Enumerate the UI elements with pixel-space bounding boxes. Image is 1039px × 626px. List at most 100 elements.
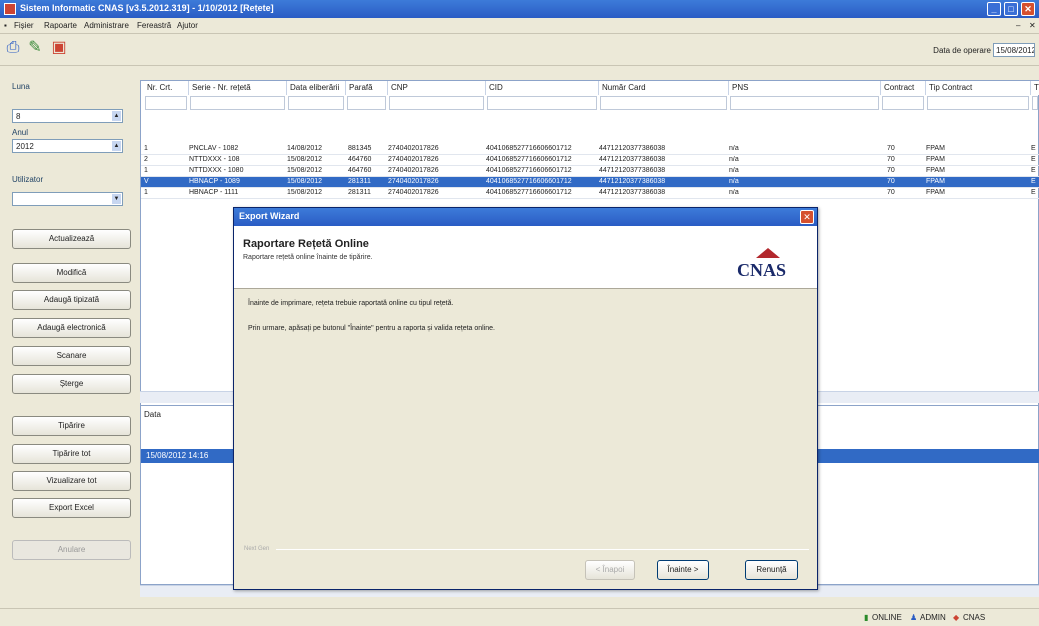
table-row[interactable]: 1 PNCLAV - 1082 14/08/2012 881345 2740402017… xyxy=(141,144,1039,155)
menu-administrare[interactable]: Administrare xyxy=(84,21,129,30)
adauga-tipizata-button[interactable]: Adaugă tipizată xyxy=(12,290,131,310)
table-cell: PNCLAV - 1082 xyxy=(189,145,239,152)
luna-label: Luna xyxy=(12,82,30,91)
table-row[interactable]: 2 NTTDXXX - 108 15/08/2012 464760 2740402017… xyxy=(141,155,1039,166)
table-cell: 2740402017826 xyxy=(388,189,439,196)
modifica-button[interactable]: Modifică xyxy=(12,263,131,283)
menu-rapoarte[interactable]: Rapoarte xyxy=(44,21,77,30)
table-cell: 15/08/2012 xyxy=(287,178,323,185)
table-cell: FPAM xyxy=(926,167,945,174)
app-menu-icon[interactable]: ▪ xyxy=(4,21,7,30)
anulare-button[interactable]: Anulare xyxy=(12,540,131,560)
column-filter-input[interactable] xyxy=(1032,96,1038,110)
actualizeaza-button[interactable]: Actualizează xyxy=(12,229,131,249)
mdi-minimize-icon[interactable]: – xyxy=(1016,21,1020,30)
table-cell: 15/08/2012 xyxy=(287,167,323,174)
column-header[interactable]: Parafă xyxy=(346,81,388,95)
table-cell: E xyxy=(1031,189,1036,196)
anul-input[interactable]: 2012 ▲ xyxy=(12,139,123,153)
table-cell: n/a xyxy=(729,178,739,185)
user-icon: ♟ xyxy=(910,613,918,622)
spin-icon[interactable]: ▲ xyxy=(112,111,121,121)
table-cell: 70 xyxy=(887,156,895,163)
vizualizare-tot-button[interactable]: Vizualizare tot xyxy=(12,471,131,491)
column-header[interactable]: T xyxy=(1031,81,1039,95)
tiparire-button[interactable]: Tipărire xyxy=(12,416,131,436)
table-cell: HBNACP - 1089 xyxy=(189,178,240,185)
menu-fereastra[interactable]: Fereastră xyxy=(137,21,171,30)
menu-ajutor[interactable]: Ajutor xyxy=(177,21,198,30)
table-cell: 4041068527716606601712 xyxy=(486,167,572,174)
date-label: Data de operare xyxy=(933,46,991,55)
online-status: ONLINE xyxy=(872,613,902,622)
table-cell: 281311 xyxy=(348,178,371,185)
wizard-close-button[interactable]: ✕ xyxy=(800,210,814,224)
luna-value: 8 xyxy=(16,112,21,121)
column-header[interactable]: CNP xyxy=(388,81,486,95)
menu-bar: ▪ Fișier Rapoarte Administrare Fereastră… xyxy=(0,18,1039,34)
spin-icon[interactable]: ▲ xyxy=(112,141,121,151)
table-cell: 464760 xyxy=(348,156,372,163)
edit-icon[interactable]: ✎ xyxy=(26,38,44,58)
column-filter-input[interactable] xyxy=(927,96,1029,110)
table-cell: NTTDXXX - 1080 xyxy=(189,167,244,174)
table-cell: FPAM xyxy=(926,189,945,196)
table-cell: 2 xyxy=(144,156,148,163)
table-cell: n/a xyxy=(729,167,739,174)
column-filter-input[interactable] xyxy=(487,96,597,110)
utilizator-select[interactable]: ▼ xyxy=(12,192,123,206)
table-row[interactable]: V HBNACP - 1089 15/08/2012 281311 2740402017… xyxy=(141,177,1039,188)
column-header[interactable]: CID xyxy=(486,81,599,95)
column-filter-input[interactable] xyxy=(347,96,386,110)
adauga-electronica-button[interactable]: Adaugă electronică xyxy=(12,318,131,338)
column-header[interactable]: Data eliberării xyxy=(287,81,346,95)
column-header[interactable]: Nr. Crt. xyxy=(144,81,189,95)
next-button[interactable]: Înainte > xyxy=(657,560,709,580)
export-excel-button[interactable]: Export Excel xyxy=(12,498,131,518)
column-filter-input[interactable] xyxy=(730,96,879,110)
wizard-subheading: Raportare rețetă online înainte de tipăr… xyxy=(243,254,373,261)
tiparire-tot-button[interactable]: Tipărire tot xyxy=(12,444,131,464)
maximize-button[interactable]: □ xyxy=(1004,2,1018,16)
wizard-paragraph-1: Înainte de imprimare, rețeta trebuie rap… xyxy=(248,300,454,307)
scanare-button[interactable]: Scanare xyxy=(12,346,131,366)
toolbar: ⎙ ✎ ▣ Data de operare 15/08/2012 xyxy=(0,34,1039,66)
table-cell: 15/08/2012 xyxy=(287,189,323,196)
table-cell: 2740402017826 xyxy=(388,167,439,174)
cancel-button[interactable]: Renunță xyxy=(745,560,798,580)
print-icon[interactable]: ⎙ xyxy=(4,38,22,58)
minimize-button[interactable]: _ xyxy=(987,2,1001,16)
table-cell: 1 xyxy=(144,167,148,174)
chevron-down-icon[interactable]: ▼ xyxy=(112,194,121,204)
pdf-icon[interactable]: ▣ xyxy=(50,38,68,58)
column-filter-input[interactable] xyxy=(600,96,727,110)
back-button[interactable]: < Înapoi xyxy=(585,560,635,580)
column-filter-input[interactable] xyxy=(288,96,344,110)
org-icon: ◆ xyxy=(953,613,960,622)
table-cell: 44712120377386038 xyxy=(599,167,666,174)
column-filter-input[interactable] xyxy=(882,96,924,110)
table-cell: 881345 xyxy=(348,145,372,152)
date-field[interactable]: 15/08/2012 xyxy=(993,43,1035,57)
column-header[interactable]: Număr Card xyxy=(599,81,729,95)
table-row[interactable]: 1 NTTDXXX - 1080 15/08/2012 464760 274040201… xyxy=(141,166,1039,177)
table-cell: 70 xyxy=(887,167,895,174)
table-cell: 4041068527716606601712 xyxy=(486,178,572,185)
utilizator-label: Utilizator xyxy=(12,175,44,184)
table-row[interactable]: 1 HBNACP - 1111 15/08/2012 281311 2740402017… xyxy=(141,188,1039,199)
column-filter-input[interactable] xyxy=(389,96,484,110)
wizard-separator-label: Next Gen xyxy=(244,546,270,552)
luna-input[interactable]: 8 ▲ xyxy=(12,109,123,123)
close-button[interactable]: ✕ xyxy=(1021,2,1035,16)
menu-fisier[interactable]: Fișier xyxy=(14,21,34,30)
mdi-close-icon[interactable]: ✕ xyxy=(1029,21,1036,30)
column-header[interactable]: PNS xyxy=(729,81,881,95)
sterge-button[interactable]: Șterge xyxy=(12,374,131,394)
column-header[interactable]: Serie - Nr. rețetă xyxy=(189,81,287,95)
title-bar: Sistem Informatic CNAS [v3.5.2012.319] -… xyxy=(0,0,1039,18)
column-header[interactable]: Contract xyxy=(881,81,926,95)
online-icon: ▮ xyxy=(864,613,869,622)
column-filter-input[interactable] xyxy=(190,96,285,110)
column-header[interactable]: Tip Contract xyxy=(926,81,1031,95)
column-filter-input[interactable] xyxy=(145,96,187,110)
